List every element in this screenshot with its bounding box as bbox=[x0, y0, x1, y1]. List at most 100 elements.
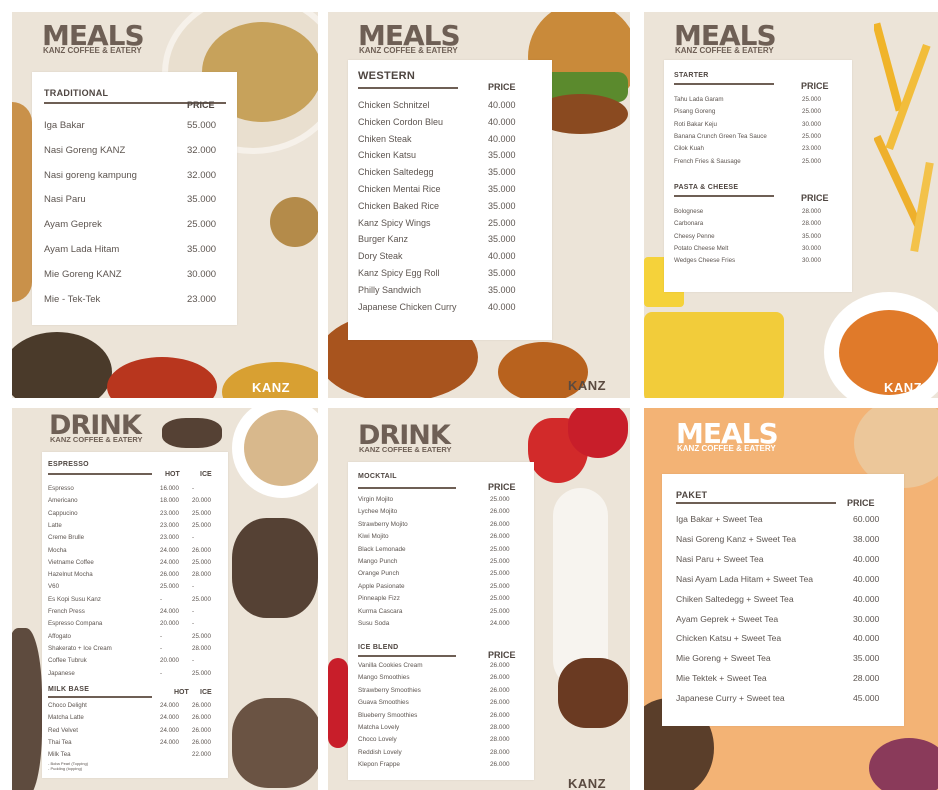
section-title-pasta: PASTA & CHEESE bbox=[674, 184, 739, 191]
menu-item-price: 28.000 bbox=[490, 748, 510, 756]
menu-item-name: Milk Tea bbox=[48, 751, 71, 759]
menu-item-hot-price: 18.000 bbox=[160, 497, 179, 505]
menu-item-name: French Fries & Sausage bbox=[674, 157, 741, 165]
page-subtitle: KANZ COFFEE & EATERY bbox=[677, 444, 776, 453]
menu-item-price: 25.000 bbox=[488, 217, 516, 228]
menu-item-hot-price: 20.000 bbox=[160, 657, 179, 665]
page-subtitle: KANZ COFFEE & EATERY bbox=[675, 46, 774, 55]
menu-item-price: 26.000 bbox=[490, 662, 510, 669]
menu-item-hot-price: 20.000 bbox=[160, 620, 179, 628]
menu-item-ice-price: - bbox=[192, 608, 195, 615]
menu-card: WESTERN PRICE Chicken Schnitzel 40.000 Chi… bbox=[348, 60, 552, 340]
menu-item-name: Apple Pasionate bbox=[358, 582, 405, 590]
section-divider bbox=[674, 195, 774, 197]
menu-item-name: Ayam Geprek + Sweet Tea bbox=[676, 613, 779, 624]
menu-item-name: Cappucino bbox=[48, 509, 78, 517]
menu-item-price: 35.000 bbox=[488, 150, 516, 161]
menu-item-price: 25.000 bbox=[490, 496, 510, 503]
menu-panel-espresso: DRINK KANZ COFFEE & EATERY ESPRESSO HOT … bbox=[12, 408, 318, 790]
menu-item-name: Klepon Frappe bbox=[358, 761, 400, 769]
menu-item-price: 35.000 bbox=[187, 244, 217, 255]
menu-item-name: Red Velvet bbox=[48, 726, 78, 734]
menu-item-price: 26.000 bbox=[490, 533, 510, 541]
menu-item-name: Wedges Cheese Fries bbox=[674, 257, 736, 265]
strawberry-image bbox=[328, 658, 348, 748]
menu-item-ice-price: 22.000 bbox=[192, 751, 211, 759]
menu-item-name: Vietname Coffee bbox=[48, 558, 94, 566]
french-fries-image bbox=[874, 22, 934, 253]
section-title-iceblend: ICE BLEND bbox=[358, 644, 399, 651]
menu-item-price: 28.000 bbox=[802, 208, 821, 215]
menu-item-hot-price: 25.000 bbox=[160, 583, 179, 591]
menu-panel-western: MEALS KANZ COFFEE & EATERY WESTERN PRICE… bbox=[328, 12, 630, 398]
menu-item-name: Chiken Steak bbox=[358, 133, 412, 144]
menu-item-ice-price: 28.000 bbox=[192, 571, 211, 579]
price-header: PRICE bbox=[488, 82, 516, 92]
menu-item-name: Ayam Geprek bbox=[44, 219, 102, 231]
menu-item-name: Mie Tektek + Sweet Tea bbox=[676, 673, 767, 684]
menu-item-ice-price: 20.000 bbox=[192, 497, 211, 505]
menu-item-price: 35.000 bbox=[187, 194, 217, 206]
page-subtitle: KANZ COFFEE & EATERY bbox=[359, 46, 458, 55]
menu-item-name: Americano bbox=[48, 497, 78, 505]
menu-item-price: 40.000 bbox=[488, 100, 516, 110]
menu-item-name: Mocha bbox=[48, 546, 67, 554]
menu-item-name: Thai Tea bbox=[48, 738, 72, 746]
menu-item-name: Orange Punch bbox=[358, 570, 400, 578]
menu-card: MOCKTAIL PRICE ICE BLEND PRICE Virgin Mo… bbox=[348, 462, 534, 780]
menu-panel-starter-pasta: MEALS KANZ COFFEE & EATERY STARTER PRICE… bbox=[644, 12, 938, 398]
menu-item-hot-price: 23.000 bbox=[160, 509, 179, 517]
menu-item-name: Japanese Chicken Curry bbox=[358, 301, 457, 312]
coffee-foam-image bbox=[244, 410, 318, 486]
menu-item-name: Lychee Mojito bbox=[358, 508, 398, 516]
menu-item-price: 25.000 bbox=[187, 219, 217, 231]
section-divider bbox=[358, 655, 456, 657]
menu-item-name: Strawberry Smoothies bbox=[358, 686, 421, 694]
menu-item-name: Guava Smoothies bbox=[358, 699, 409, 707]
menu-item-price: 35.000 bbox=[488, 268, 516, 278]
menu-item-hot-price: - bbox=[160, 644, 163, 652]
menu-card: STARTER PRICE PASTA & CHEESE PRICE Tahu … bbox=[664, 60, 852, 292]
menu-item-name: French Press bbox=[48, 608, 85, 615]
menu-item-ice-price: 25.000 bbox=[192, 595, 211, 603]
section-divider bbox=[358, 487, 456, 489]
menu-item-name: Blueberry Smoothies bbox=[358, 711, 418, 719]
menu-item-price: 23.000 bbox=[187, 293, 217, 305]
menu-item-name: Kurma Cascara bbox=[358, 607, 403, 615]
menu-item-name: Tahu Lada Garam bbox=[674, 96, 724, 103]
menu-item-price: 26.000 bbox=[490, 508, 510, 516]
menu-item-name: Chicken Katsu + Sweet Tea bbox=[676, 633, 782, 644]
hot-header: HOT bbox=[174, 689, 189, 696]
menu-item-ice-price: - bbox=[192, 657, 195, 665]
menu-card: ESPRESSO HOT ICE MILK BASE HOT ICE - Bob… bbox=[42, 452, 228, 778]
menu-item-name: Potato Cheese Melt bbox=[674, 244, 729, 252]
section-title-mocktail: MOCKTAIL bbox=[358, 473, 397, 480]
menu-item-ice-price: 26.000 bbox=[192, 546, 211, 554]
price-header: PRICE bbox=[488, 650, 516, 660]
menu-item-price: 45.000 bbox=[853, 693, 880, 704]
menu-item-name: Espresso bbox=[48, 485, 74, 492]
page-subtitle: KANZ COFFEE & EATERY bbox=[359, 445, 452, 454]
menu-item-name: Reddish Lovely bbox=[358, 748, 402, 756]
menu-item-price: 26.000 bbox=[490, 761, 510, 769]
menu-item-price: 32.000 bbox=[187, 144, 217, 156]
menu-item-hot-price: 24.000 bbox=[160, 702, 179, 709]
menu-item-price: 60.000 bbox=[853, 514, 880, 524]
menu-item-hot-price: 16.000 bbox=[160, 485, 179, 492]
menu-item-name: Pisang Goreng bbox=[674, 108, 716, 116]
menu-item-name: Shakerato + Ice Cream bbox=[48, 644, 112, 652]
menu-item-price: 40.000 bbox=[853, 553, 880, 564]
menu-item-price: 26.000 bbox=[490, 674, 510, 682]
menu-item-name: Chiken Saltedegg + Sweet Tea bbox=[676, 593, 794, 604]
menu-item-name: Mie - Tek-Tek bbox=[44, 293, 101, 305]
menu-item-price: 30.000 bbox=[802, 120, 821, 128]
menu-item-price: 24.000 bbox=[490, 620, 510, 627]
menu-item-price: 35.000 bbox=[488, 234, 516, 245]
page-subtitle: KANZ COFFEE & EATERY bbox=[50, 435, 143, 444]
section-divider bbox=[674, 83, 774, 85]
menu-panel-traditional: MEALS KANZ COFFEE & EATERY TRADITIONAL P… bbox=[12, 12, 318, 398]
menu-item-name: Carbonara bbox=[674, 220, 704, 228]
menu-item-name: Es Kopi Susu Kanz bbox=[48, 595, 101, 603]
menu-item-price: 25.000 bbox=[490, 607, 510, 615]
menu-item-ice-price: 25.000 bbox=[192, 558, 211, 566]
